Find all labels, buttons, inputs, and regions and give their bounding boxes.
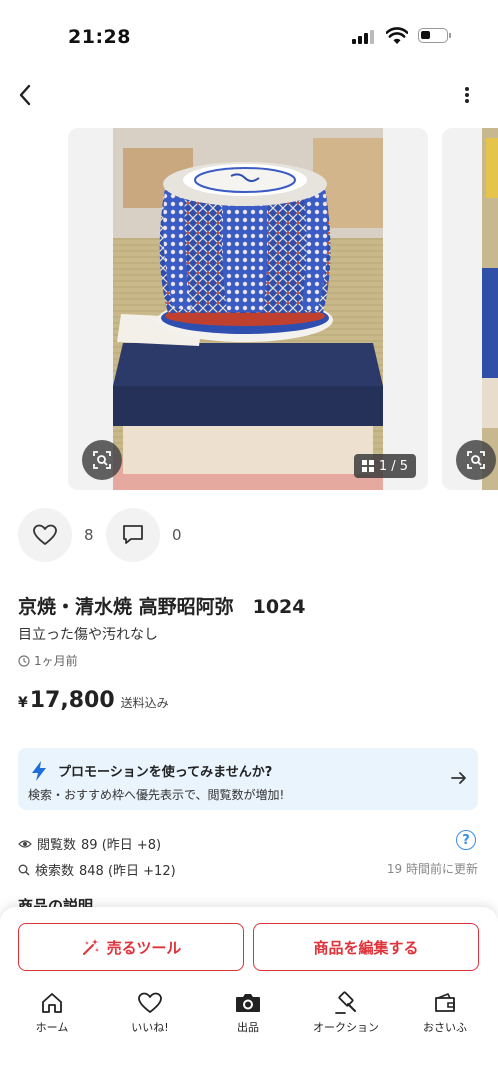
tab-likes-label: いいね! (131, 1021, 169, 1034)
comment-icon (123, 525, 143, 544)
arrow-right-icon (451, 772, 466, 784)
battery-icon (418, 28, 451, 43)
camera-icon (236, 994, 260, 1012)
updated-time: 19 時間前に更新 (386, 862, 478, 876)
item-title: 京焼・清水焼 高野昭阿弥 1024 (18, 596, 306, 618)
price-currency: ¥ (18, 695, 28, 711)
search-icon (18, 864, 30, 875)
promotion-banner[interactable]: プロモーションを使ってみませんか? 検索・おすすめ枠へ優先表示で、閲覧数が増加! (18, 748, 478, 810)
comment-action[interactable]: 0 (106, 508, 182, 562)
tab-home[interactable]: ホーム (4, 989, 100, 1035)
like-count: 8 (84, 526, 94, 544)
home-icon (42, 993, 62, 1013)
image-search-icon (93, 451, 111, 469)
shipping-note: 送料込み (120, 696, 169, 710)
tab-sell-label: 出品 (237, 1021, 259, 1034)
tab-likes[interactable]: いいね! (102, 989, 198, 1035)
more-options-button[interactable] (452, 80, 482, 110)
wallet-icon (435, 993, 455, 1012)
views-value: 89 (昨日 +8) (81, 838, 162, 853)
status-bar: 21:28 (0, 0, 498, 70)
bottom-action-sheet: 売るツール 商品を編集する ホーム いいね! 出品 オークション おさいふ (0, 907, 498, 1080)
posted-time: 1ヶ月前 (18, 652, 78, 669)
lightning-icon (32, 761, 46, 781)
grid-icon (361, 460, 374, 472)
photo-counter: 1 / 5 (353, 454, 416, 478)
wifi-icon (386, 27, 408, 44)
status-time: 21:28 (68, 26, 131, 48)
search-value: 848 (昨日 +12) (79, 864, 176, 879)
gavel-icon (335, 991, 356, 1014)
search-label: 検索数 (35, 864, 75, 879)
edit-item-label: 商品を編集する (313, 938, 419, 957)
tab-sell[interactable]: 出品 (200, 989, 296, 1035)
tab-wallet-label: おさいふ (423, 1021, 467, 1034)
photo-carousel[interactable]: 1 / 5 (0, 128, 498, 490)
help-icon[interactable]: ? (456, 830, 476, 850)
like-action[interactable]: 8 (18, 508, 94, 562)
comment-button[interactable] (106, 508, 160, 562)
next-product-photo[interactable] (442, 128, 498, 490)
next-photo-image (482, 128, 498, 490)
clock-icon (18, 654, 30, 667)
image-search-button[interactable] (82, 440, 122, 480)
bowl-photo-image (113, 128, 383, 490)
tab-auction[interactable]: オークション (298, 989, 394, 1035)
heart-icon (138, 992, 162, 1013)
eye-icon (18, 839, 32, 848)
promotion-description: 検索・おすすめ枠へ優先表示で、閲覧数が増加! (28, 788, 285, 802)
bottom-tab-bar: ホーム いいね! 出品 オークション おさいふ (0, 989, 498, 1049)
product-photo[interactable]: 1 / 5 (68, 128, 428, 490)
tab-auction-label: オークション (313, 1021, 379, 1034)
tab-wallet[interactable]: おさいふ (397, 989, 493, 1035)
sell-tool-button[interactable]: 売るツール (18, 923, 244, 971)
price-value: 17,800 (29, 688, 115, 713)
item-condition: 目立った傷や汚れなし (18, 627, 158, 643)
tab-home-label: ホーム (35, 1021, 69, 1034)
photo-counter-text: 1 / 5 (378, 458, 408, 474)
magic-wand-icon (82, 939, 99, 955)
sell-tool-label: 売るツール (106, 938, 182, 957)
back-button[interactable] (10, 80, 40, 110)
search-stat: 検索数 848 (昨日 +12) (18, 860, 176, 879)
promotion-title: プロモーションを使ってみませんか? (58, 765, 273, 780)
views-stat: 閲覧数 89 (昨日 +8) (18, 834, 161, 853)
chevron-left-icon (19, 84, 31, 106)
posted-time-text: 1ヶ月前 (34, 654, 78, 668)
image-search-button-2[interactable] (456, 440, 496, 480)
more-vertical-icon (465, 87, 469, 103)
views-label: 閲覧数 (37, 838, 77, 853)
edit-item-button[interactable]: 商品を編集する (253, 923, 479, 971)
image-search-icon (467, 451, 485, 469)
cellular-signal-icon (352, 30, 376, 44)
like-button[interactable] (18, 508, 72, 562)
comment-count: 0 (172, 526, 182, 544)
price: ¥ 17,800 送料込み (18, 688, 169, 713)
heart-icon (33, 524, 57, 545)
